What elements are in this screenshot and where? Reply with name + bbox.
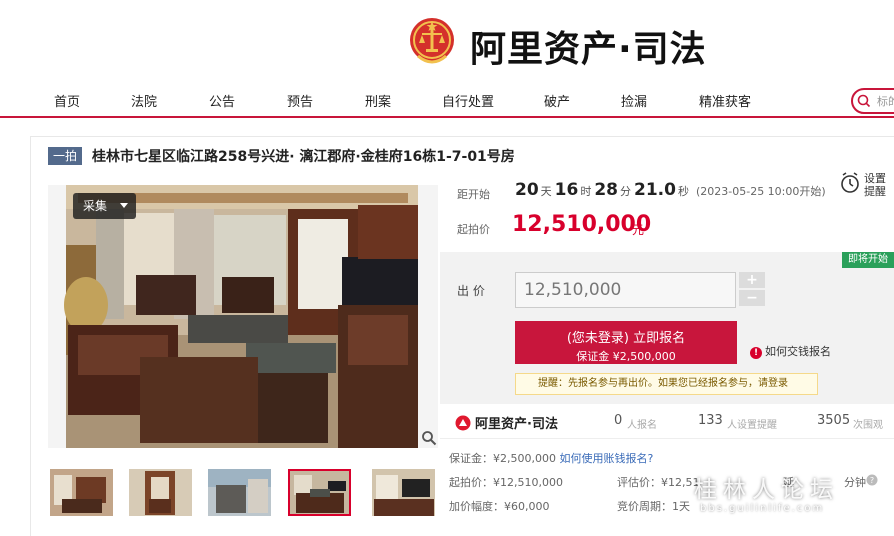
how-to-pay-link[interactable]: ! 如何交钱报名 (750, 343, 831, 359)
countdown-days: 20 (515, 180, 539, 200)
thumbnail[interactable] (50, 469, 113, 516)
help-icon[interactable]: ? (866, 474, 878, 486)
alarm-clock-icon[interactable] (840, 172, 860, 194)
nav-item-bargain[interactable]: 捡漏 (621, 91, 647, 110)
countdown-label: 距开始 (457, 188, 490, 201)
site-header: 阿里资产·司法 (0, 0, 894, 86)
hours-unit: 时 (580, 185, 592, 198)
start-price-unit: 元 (632, 223, 645, 237)
delay-unit: 分钟 (844, 476, 866, 489)
nav-item-criminal[interactable]: 刑案 (365, 91, 391, 110)
main-nav: 首页 法院 公告 预告 刑案 自行处置 破产 捡漏 精准获客 (0, 86, 894, 118)
register-deposit: 保证金 ¥2,500,000 (576, 350, 676, 363)
remind-count: 133 (698, 413, 723, 428)
minutes-unit: 分 (620, 185, 632, 198)
bid-increase-button[interactable]: + (739, 272, 765, 288)
start-price-detail: 起拍价：¥12,510,000 (449, 476, 563, 489)
main-photo[interactable] (48, 185, 438, 448)
countdown-timer: 20 天 16 时 28 分 21.0 秒 (2023-05-25 10:00开始) (515, 180, 826, 200)
search-input[interactable]: 标的 (851, 88, 894, 114)
how-to-pay-label: 如何交钱报名 (765, 345, 831, 358)
stats-brand-logo: 阿里资产·司法 (455, 413, 558, 432)
days-unit: 天 (540, 185, 552, 198)
thumbnail-active[interactable] (288, 469, 351, 516)
watermark-text: 桂林人论坛 (694, 477, 839, 503)
countdown-seconds: 21.0 (634, 180, 676, 200)
bid-label: 出 价 (457, 284, 485, 298)
auction-round-tag: 一拍 (48, 147, 83, 165)
bid-decrease-button[interactable]: − (739, 290, 765, 306)
watermark-url: bbs.guilinlife.com (700, 503, 825, 514)
view-label: 次围观 (853, 420, 883, 431)
stats-brand-text: 阿里资产·司法 (475, 417, 558, 432)
search-icon (857, 94, 871, 108)
brand-title[interactable]: 阿里资产·司法 (470, 20, 707, 72)
thumbnail[interactable] (208, 469, 271, 516)
nav-item-court[interactable]: 法院 (131, 91, 157, 110)
deposit-detail: 保证金：¥2,500,000 如何使用账钱报名? (449, 450, 653, 466)
countdown-hours: 16 (554, 180, 579, 200)
deposit-help-link[interactable]: 如何使用账钱报名? (559, 452, 653, 465)
start-price-value: 12,510,000 (512, 212, 652, 237)
start-time-note: (2023-05-25 10:00开始) (695, 185, 826, 198)
collect-label: 采集 (83, 199, 108, 213)
registered-count: 0 (614, 413, 623, 428)
nav-item-home[interactable]: 首页 (54, 91, 80, 110)
start-price-label: 起拍价 (457, 223, 490, 236)
notice-text: 提醒：先报名参与再出价。如果您已经报名参与，请登录 (538, 378, 788, 389)
collect-button[interactable]: 采集 (73, 193, 136, 219)
thumbnail[interactable] (129, 469, 192, 516)
set-reminder-button[interactable]: 设置提醒 (864, 172, 894, 198)
chevron-down-icon (120, 203, 128, 208)
ali-logo-icon (455, 415, 471, 431)
thumbnail[interactable] (372, 469, 435, 516)
increment-detail: 加价幅度：¥60,000 (449, 500, 550, 513)
login-notice: 提醒：先报名参与再出价。如果您已经报名参与，请登录 (515, 373, 818, 395)
seconds-unit: 秒 (677, 185, 689, 198)
search-placeholder: 标的 (877, 95, 894, 108)
register-button[interactable]: (您未登录) 立即报名 保证金 ¥2,500,000 (515, 321, 737, 364)
nav-item-self-disposal[interactable]: 自行处置 (442, 91, 494, 110)
period-detail: 竞价周期：1天 (617, 500, 690, 513)
bid-amount-input[interactable]: 12,510,000 (515, 272, 736, 308)
view-count: 3505 (817, 413, 851, 428)
appraisal-detail: 评估价：¥12,51 (617, 476, 700, 489)
info-icon: ! (750, 347, 762, 359)
nav-item-preview[interactable]: 预告 (287, 91, 313, 110)
countdown-minutes: 28 (594, 180, 619, 200)
item-title: 桂林市七星区临江路258号兴进· 漓江郡府·金桂府16栋1-7-01号房 (92, 149, 515, 165)
nav-item-customers[interactable]: 精准获客 (699, 91, 751, 110)
zoom-icon[interactable] (421, 430, 437, 446)
deposit-text: 保证金：¥2,500,000 (449, 452, 556, 465)
divider (440, 438, 894, 439)
register-label: (您未登录) 立即报名 (566, 331, 686, 346)
court-emblem-icon (410, 18, 454, 64)
nav-item-bankruptcy[interactable]: 破产 (544, 91, 570, 110)
remind-label: 人设置提醒 (727, 420, 777, 431)
svg-text:?: ? (870, 476, 874, 485)
registered-label: 人报名 (627, 420, 657, 431)
nav-item-notice[interactable]: 公告 (209, 91, 235, 110)
status-badge: 即将开始 (842, 252, 894, 268)
living-room-photo (48, 185, 438, 448)
